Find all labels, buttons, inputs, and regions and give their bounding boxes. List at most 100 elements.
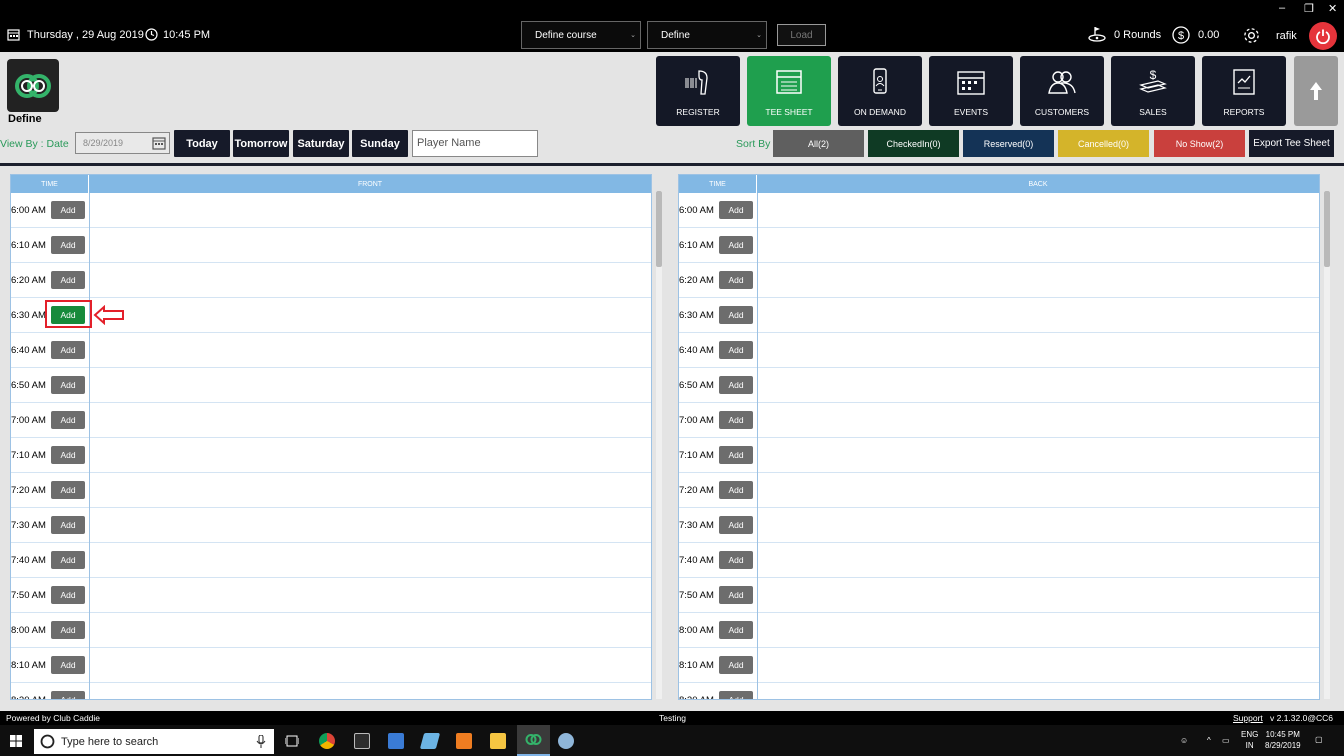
- tee-time-slot[interactable]: [89, 613, 651, 648]
- sublime-text-icon[interactable]: [456, 733, 472, 749]
- add-tee-time-button[interactable]: Add: [51, 656, 85, 674]
- nav-tee-sheet[interactable]: TEE SHEET: [747, 56, 831, 126]
- tee-time-slot[interactable]: [757, 403, 1319, 438]
- add-tee-time-button[interactable]: Add: [719, 656, 753, 674]
- add-tee-time-button[interactable]: Add: [719, 586, 753, 604]
- add-tee-time-button[interactable]: Add: [719, 376, 753, 394]
- add-tee-time-button[interactable]: Add: [719, 691, 753, 699]
- sort-cancelled-button[interactable]: Cancelled(0): [1058, 130, 1149, 157]
- player-name-input[interactable]: Player Name: [412, 130, 538, 157]
- tee-time-slot[interactable]: [89, 298, 651, 333]
- tee-time-slot[interactable]: [89, 508, 651, 543]
- add-tee-time-button[interactable]: Add: [51, 411, 85, 429]
- file-explorer-icon[interactable]: [490, 733, 506, 749]
- add-tee-time-button[interactable]: Add: [51, 481, 85, 499]
- tee-time-slot[interactable]: [757, 508, 1319, 543]
- tee-time-slot[interactable]: [757, 648, 1319, 683]
- app-store-icon[interactable]: [419, 733, 441, 749]
- tee-time-slot[interactable]: [757, 578, 1319, 613]
- sort-reserved-button[interactable]: Reserved(0): [963, 130, 1054, 157]
- tee-time-slot[interactable]: [757, 228, 1319, 263]
- tee-time-slot[interactable]: [89, 368, 651, 403]
- tee-time-slot[interactable]: [757, 438, 1319, 473]
- date-picker[interactable]: 8/29/2019: [75, 132, 170, 154]
- back-scrollbar-thumb[interactable]: [1324, 191, 1330, 267]
- add-tee-time-button[interactable]: Add: [51, 271, 85, 289]
- language-indicator[interactable]: ENG IN: [1241, 729, 1258, 751]
- tee-time-slot[interactable]: [757, 683, 1319, 699]
- sort-no-show-button[interactable]: No Show(2): [1154, 130, 1245, 157]
- chrome-icon[interactable]: [319, 733, 335, 749]
- tee-time-slot[interactable]: [757, 473, 1319, 508]
- sunday-button[interactable]: Sunday: [352, 130, 408, 157]
- nav-on-demand[interactable]: ON DEMAND: [838, 56, 922, 126]
- add-tee-time-button[interactable]: Add: [719, 201, 753, 219]
- tee-time-slot[interactable]: [89, 473, 651, 508]
- saturday-button[interactable]: Saturday: [293, 130, 349, 157]
- add-tee-time-button[interactable]: Add: [51, 551, 85, 569]
- calendar-icon[interactable]: [152, 136, 166, 150]
- taskbar-clock[interactable]: 10:45 PM 8/29/2019: [1265, 729, 1301, 751]
- tomorrow-button[interactable]: Tomorrow: [233, 130, 289, 157]
- nav-register[interactable]: REGISTER: [656, 56, 740, 126]
- tee-time-slot[interactable]: [757, 333, 1319, 368]
- add-tee-time-button[interactable]: Add: [719, 271, 753, 289]
- front-scrollbar-thumb[interactable]: [656, 191, 662, 267]
- add-tee-time-button[interactable]: Add: [719, 341, 753, 359]
- people-icon[interactable]: ☺: [1180, 735, 1188, 746]
- tee-time-slot[interactable]: [89, 578, 651, 613]
- sort-checkedin-button[interactable]: CheckedIn(0): [868, 130, 959, 157]
- app-tool-icon[interactable]: [558, 733, 574, 749]
- add-tee-time-button[interactable]: Add: [719, 621, 753, 639]
- tee-time-slot[interactable]: [89, 403, 651, 438]
- add-tee-time-button[interactable]: Add: [51, 446, 85, 464]
- gear-icon[interactable]: [1242, 26, 1261, 45]
- tee-time-slot[interactable]: [757, 368, 1319, 403]
- support-link[interactable]: Support: [1233, 713, 1263, 723]
- power-button[interactable]: [1309, 22, 1337, 50]
- export-tee-sheet-button[interactable]: Export Tee Sheet: [1249, 130, 1334, 157]
- load-button[interactable]: Load: [777, 24, 826, 46]
- network-icon[interactable]: ▭: [1222, 735, 1230, 746]
- add-tee-time-button[interactable]: Add: [719, 551, 753, 569]
- add-tee-time-button[interactable]: Add: [51, 201, 85, 219]
- add-tee-time-button[interactable]: Add: [51, 376, 85, 394]
- add-tee-time-button[interactable]: Add: [51, 691, 85, 699]
- chevron-up-icon[interactable]: ^: [1207, 735, 1211, 746]
- microphone-icon[interactable]: [256, 735, 266, 748]
- add-tee-time-button[interactable]: Add: [51, 586, 85, 604]
- add-tee-time-button[interactable]: Add: [51, 516, 85, 534]
- tee-time-slot[interactable]: [89, 263, 651, 298]
- tee-time-slot[interactable]: [757, 613, 1319, 648]
- today-button[interactable]: Today: [174, 130, 230, 157]
- tee-time-slot[interactable]: [757, 193, 1319, 228]
- add-tee-time-button[interactable]: Add: [51, 621, 85, 639]
- nav-customers[interactable]: CUSTOMERS: [1020, 56, 1104, 126]
- tee-time-slot[interactable]: [89, 333, 651, 368]
- calculator-icon[interactable]: [354, 733, 370, 749]
- define-select[interactable]: Define ⌄: [647, 21, 767, 49]
- tee-time-slot[interactable]: [757, 263, 1319, 298]
- add-tee-time-button[interactable]: Add: [719, 236, 753, 254]
- add-tee-time-button[interactable]: Add: [51, 341, 85, 359]
- app-tool-icon[interactable]: [388, 733, 404, 749]
- add-tee-time-button[interactable]: Add: [51, 236, 85, 254]
- tee-time-slot[interactable]: [89, 648, 651, 683]
- notification-icon[interactable]: ▢: [1315, 734, 1323, 745]
- close-icon[interactable]: ✕: [1328, 2, 1337, 15]
- add-tee-time-button[interactable]: Add: [719, 306, 753, 324]
- tee-time-slot[interactable]: [89, 228, 651, 263]
- course-select[interactable]: Define course ⌄: [521, 21, 641, 49]
- active-app-indicator[interactable]: [517, 725, 550, 756]
- nav-reports[interactable]: REPORTS: [1202, 56, 1286, 126]
- add-tee-time-button[interactable]: Add: [719, 481, 753, 499]
- tee-time-slot[interactable]: [757, 298, 1319, 333]
- tee-time-slot[interactable]: [89, 193, 651, 228]
- tee-time-slot[interactable]: [757, 543, 1319, 578]
- minimize-icon[interactable]: –: [1279, 2, 1285, 14]
- restore-icon[interactable]: ❐: [1304, 2, 1314, 15]
- sort-all-button[interactable]: All(2): [773, 130, 864, 157]
- tee-time-slot[interactable]: [89, 543, 651, 578]
- settings-area[interactable]: rafik: [1242, 26, 1297, 45]
- tee-time-slot[interactable]: [89, 438, 651, 473]
